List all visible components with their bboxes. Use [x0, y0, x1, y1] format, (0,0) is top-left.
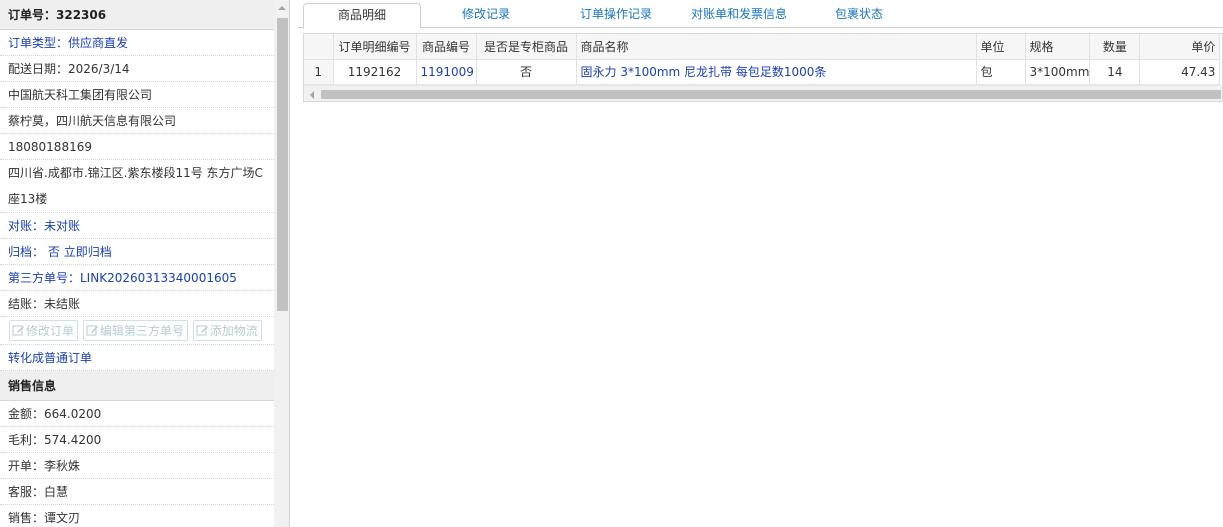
detail-tabs: 商品明细 修改记录 订单操作记录 对账单和发票信息 包裹状态: [298, 0, 1223, 29]
scroll-left-arrow-icon[interactable]: [307, 90, 317, 100]
sales-info-header: 销售信息: [0, 371, 274, 401]
edit-icon: [86, 325, 98, 336]
table-row[interactable]: 1 1192162 1191009 否 固永力 3*100mm 尼龙扎带 每包足…: [304, 59, 1221, 85]
edit-icon: [196, 325, 208, 336]
order-opener: 开单：李秋姝: [0, 453, 274, 479]
sales-amount: 金额：664.0200: [0, 401, 274, 427]
tab-order-operation-records[interactable]: 订单操作记录: [551, 3, 681, 28]
customer-phone: 18080188169: [0, 134, 274, 160]
add-logistics-button[interactable]: 添加物流: [192, 320, 262, 341]
edit-order-button[interactable]: 修改订单: [9, 320, 79, 341]
row-number: 1: [304, 59, 334, 85]
column-header[interactable]: 商品名称: [576, 34, 977, 60]
archive-value: 否: [47, 245, 60, 259]
gross-profit: 毛利：574.4200: [0, 427, 274, 453]
column-header[interactable]: 订单明细编号: [333, 34, 417, 60]
column-header[interactable]: 单价: [1139, 34, 1221, 60]
spec-cell: 3*100mm: [1025, 59, 1091, 85]
order-info-panel: 订单号：322306 订单类型：供应商直发 配送日期：2026/3/14 中国航…: [0, 0, 290, 527]
left-panel-scrollbar[interactable]: [274, 0, 290, 527]
customer-service: 客服：白慧: [0, 479, 274, 505]
product-name-link[interactable]: 固永力 3*100mm 尼龙扎带 每包足数1000条: [576, 59, 977, 85]
unit-cell: 包: [976, 59, 1026, 85]
add-logistics-label: 添加物流: [209, 324, 258, 338]
product-id-link[interactable]: 1191009: [416, 59, 477, 85]
archive-now-link[interactable]: 立即归档: [64, 245, 112, 259]
scroll-up-arrow-icon[interactable]: [274, 0, 290, 16]
edit-third-party-number-label: 编辑第三方单号: [99, 324, 184, 338]
customer-company: 中国航天科工集团有限公司: [0, 82, 274, 108]
tab-modification-records[interactable]: 修改记录: [431, 3, 541, 28]
detail-panel: 商品明细 修改记录 订单操作记录 对账单和发票信息 包裹状态 订单明细编号 商品…: [298, 0, 1223, 527]
column-header[interactable]: 单位: [976, 34, 1026, 60]
row-number-header: [304, 34, 334, 60]
customer-address: 四川省.成都市.锦江区.紫东楼段11号 东方广场C座13楼: [0, 160, 274, 213]
edit-third-party-number-button[interactable]: 编辑第三方单号: [82, 320, 188, 341]
archive-label: 归档：: [8, 245, 45, 259]
column-header[interactable]: 数量: [1089, 34, 1141, 60]
column-header[interactable]: 是否是专柜商品: [476, 34, 577, 60]
customer-contact: 蔡柠莫，四川航天信息有限公司: [0, 108, 274, 134]
tab-statement-invoice[interactable]: 对账单和发票信息: [679, 3, 799, 28]
unit-price-cell: 47.43: [1139, 59, 1221, 85]
tab-package-status[interactable]: 包裹状态: [809, 3, 909, 28]
delivery-date: 配送日期：2026/3/14: [0, 56, 274, 82]
order-type: 订单类型：供应商直发: [0, 30, 274, 56]
settle-status: 结账：未结账: [0, 291, 274, 317]
grid-scrollbar-thumb[interactable]: [321, 90, 1221, 99]
product-detail-grid: 订单明细编号 商品编号 是否是专柜商品 商品名称 单位 规格 数量 单价 1 1…: [303, 33, 1223, 102]
grid-horizontal-scrollbar[interactable]: [304, 85, 1222, 101]
order-number-header: 订单号：322306: [0, 0, 274, 30]
column-header[interactable]: 商品编号: [416, 34, 477, 60]
archive-status: 归档： 否 立即归档: [0, 239, 274, 265]
quantity-cell: 14: [1089, 59, 1141, 85]
left-scrollbar-thumb[interactable]: [277, 18, 288, 311]
order-info-list: 订单号：322306 订单类型：供应商直发 配送日期：2026/3/14 中国航…: [0, 0, 274, 527]
edit-order-label: 修改订单: [26, 324, 75, 338]
sales-person: 销售：谭文刃: [0, 505, 274, 527]
reconcile-status: 对账：未对账: [0, 213, 274, 239]
counter-product-cell: 否: [476, 59, 577, 85]
order-action-buttons: 修改订单 编辑第三方单号 添加物流: [0, 317, 274, 345]
detail-id-cell: 1192162: [333, 59, 417, 85]
edit-icon: [12, 325, 24, 336]
column-header[interactable]: 规格: [1025, 34, 1091, 60]
convert-to-normal-order-link[interactable]: 转化成普通订单: [0, 345, 274, 371]
tab-product-details[interactable]: 商品明细: [303, 3, 421, 29]
third-party-order-number: 第三方单号：LINK20260313340001605: [0, 265, 274, 291]
product-table: 订单明细编号 商品编号 是否是专柜商品 商品名称 单位 规格 数量 单价 1 1…: [304, 34, 1221, 85]
table-header-row: 订单明细编号 商品编号 是否是专柜商品 商品名称 单位 规格 数量 单价: [304, 34, 1221, 60]
